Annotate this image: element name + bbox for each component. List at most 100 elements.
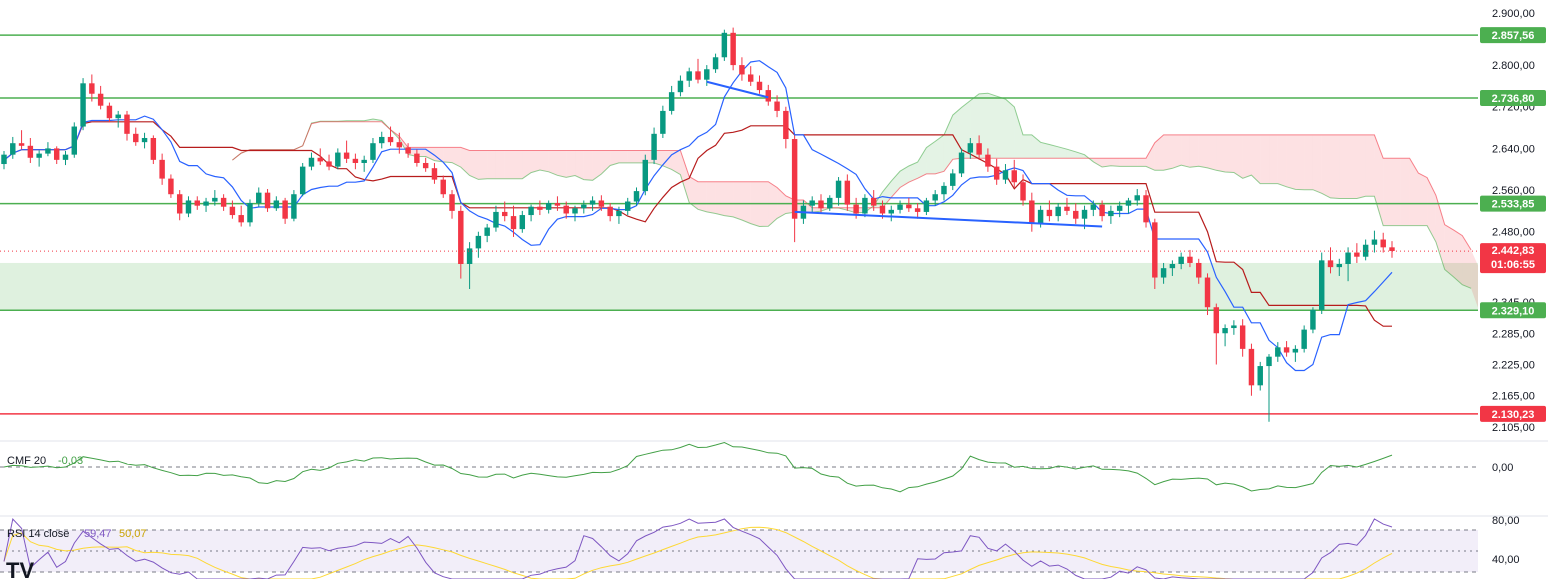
candle-body	[1275, 347, 1281, 357]
candle-body	[1389, 247, 1395, 251]
candle-body	[203, 201, 209, 206]
cloud-segment	[1312, 134, 1322, 194]
candle-body	[343, 152, 350, 159]
cloud-segment	[1400, 158, 1410, 226]
candle-body	[36, 153, 42, 158]
candle-body	[71, 126, 78, 155]
candle-body	[106, 105, 113, 119]
candle-body	[642, 159, 649, 192]
candle-body	[1380, 239, 1386, 248]
candle-body	[1169, 264, 1176, 269]
candle-body	[721, 32, 728, 58]
candle-body	[97, 93, 104, 106]
level-badge: 2.130,23	[1480, 405, 1546, 422]
price-tick-label: 2.225,00	[1492, 359, 1535, 371]
cloud-segment	[618, 150, 628, 163]
candle-body	[853, 204, 859, 214]
candle-body	[1362, 244, 1369, 257]
candle-body	[809, 200, 815, 206]
cloud-segment	[539, 150, 549, 172]
candle	[730, 27, 736, 71]
candle-body	[1046, 209, 1053, 217]
cmf-value: -0,03	[58, 455, 83, 467]
cloud-segment	[1005, 99, 1015, 159]
cloud-segment	[1110, 158, 1120, 167]
cloud-segment	[1348, 134, 1357, 199]
candle-body	[897, 204, 903, 210]
candle-body	[229, 206, 236, 216]
cloud-segment	[1365, 134, 1375, 197]
price-tick-label: 2.800,00	[1492, 60, 1535, 72]
candle-body	[589, 200, 596, 205]
candle-body	[1354, 252, 1360, 257]
candle-body	[379, 136, 385, 144]
candle-body	[1152, 222, 1158, 278]
candle-body	[1187, 256, 1193, 263]
candle-body	[53, 148, 60, 160]
cloud-segment	[741, 181, 751, 224]
candle-body	[1178, 256, 1184, 264]
cloud-segment	[1207, 134, 1217, 171]
candle-body	[660, 110, 666, 134]
candle-body	[370, 143, 376, 160]
cloud-segment	[1295, 134, 1305, 190]
candle-body	[993, 166, 1000, 180]
support-zone	[0, 262, 1478, 311]
candle-body	[1213, 307, 1220, 334]
candle-body	[141, 137, 148, 143]
candle-body	[1196, 262, 1202, 278]
candle-body	[1231, 325, 1237, 329]
cloud-segment	[698, 181, 707, 212]
candle-body	[783, 110, 789, 140]
cloud-segment	[557, 150, 567, 178]
cloud-segment	[1392, 158, 1401, 226]
candle-body	[159, 159, 165, 179]
candle-body	[906, 204, 912, 209]
candle-body	[967, 143, 974, 153]
candle-body	[941, 185, 947, 195]
candle-body	[1327, 260, 1334, 268]
candle-body	[238, 215, 244, 223]
cloud-segment	[443, 147, 453, 163]
candle-body	[449, 194, 455, 211]
candle-body	[774, 101, 780, 111]
candle-body	[291, 194, 297, 219]
cloud-segment	[733, 181, 742, 220]
cloud-segment	[575, 150, 584, 180]
rsi-axis-label-40: 40,00	[1492, 554, 1520, 566]
candle	[299, 162, 306, 197]
candle-body	[1081, 209, 1088, 219]
candle-body	[168, 178, 174, 195]
candle-body	[704, 69, 710, 80]
candle-body	[818, 200, 824, 209]
candle-body	[18, 143, 25, 146]
candle	[642, 154, 649, 196]
candle-body	[1002, 170, 1009, 180]
candle-body	[712, 57, 719, 70]
candle-body	[563, 205, 569, 214]
candle-body	[1318, 260, 1325, 310]
cloud-segment	[504, 150, 514, 179]
candle-body	[1029, 200, 1035, 224]
candle-body	[220, 197, 227, 207]
candle-body	[335, 152, 341, 167]
candle-body	[1055, 206, 1061, 217]
candle-body	[756, 81, 763, 91]
candle-body	[581, 204, 587, 209]
cloud-segment	[1330, 134, 1340, 199]
candle-body	[598, 200, 605, 207]
candle-body	[510, 216, 517, 230]
candle-body	[1090, 204, 1097, 210]
cloud-segment	[715, 181, 725, 216]
price-chart[interactable]: 2.900,002.800,002.720,002.640,002.560,00…	[0, 0, 1548, 579]
cloud-segment	[495, 150, 505, 179]
cloud-segment	[1233, 134, 1243, 179]
cloud-segment	[1023, 134, 1032, 159]
candle	[80, 78, 86, 131]
candle-body	[1160, 268, 1167, 278]
candle-body	[1108, 210, 1114, 217]
candle-body	[308, 157, 315, 167]
candle-body	[1099, 204, 1105, 217]
candle-body	[1336, 264, 1343, 268]
candle-body	[1064, 206, 1070, 211]
